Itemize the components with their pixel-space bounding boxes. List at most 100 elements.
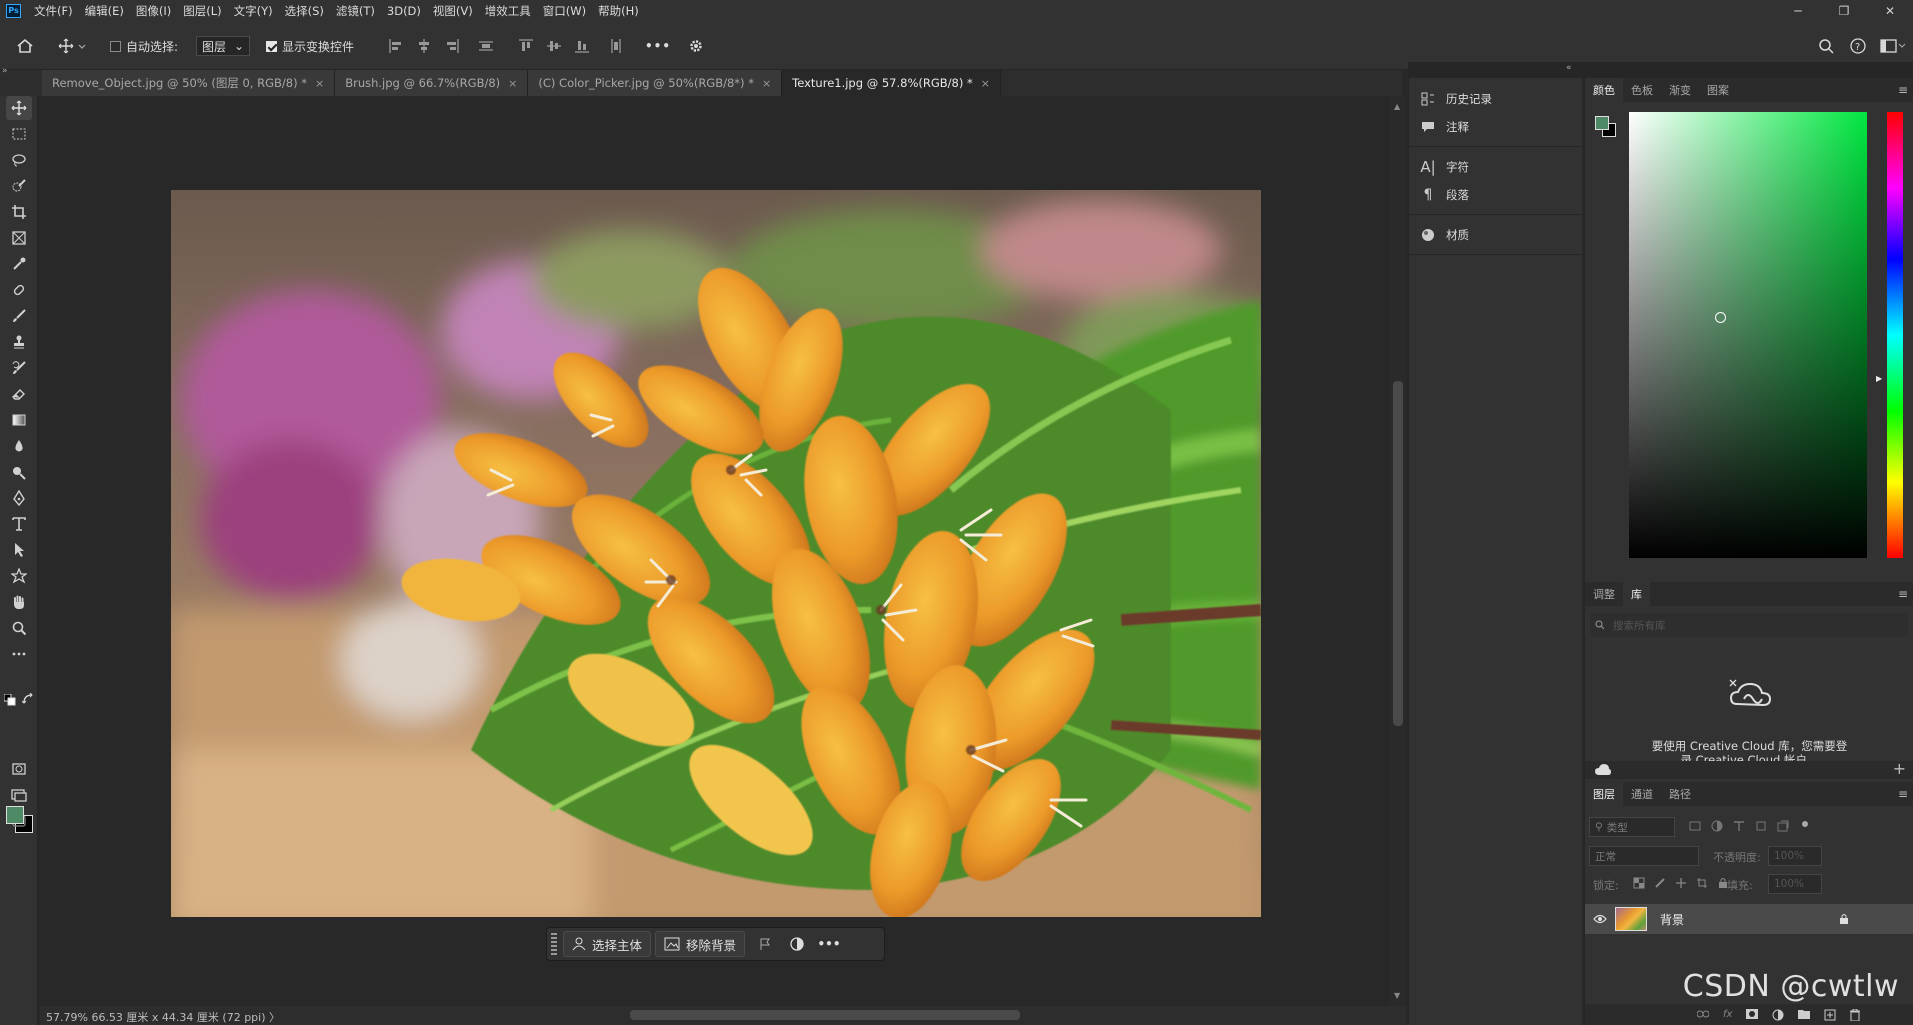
menu-plugins[interactable]: 增效工具 [485, 3, 531, 19]
align-top-icon[interactable] [518, 38, 534, 54]
lock-position-icon[interactable] [1675, 877, 1687, 889]
tab-adjustments[interactable]: 调整 [1585, 582, 1623, 606]
tab-libraries[interactable]: 库 [1623, 582, 1650, 606]
show-transform-option[interactable]: 显示变换控件 [266, 22, 354, 70]
filter-toggle-icon[interactable] [1799, 820, 1811, 832]
menu-filter[interactable]: 滤镜(T) [336, 3, 375, 19]
adjustment-filter-icon[interactable] [1711, 820, 1723, 832]
auto-select-checkbox[interactable] [110, 40, 121, 52]
link-icon[interactable] [1697, 1009, 1709, 1019]
menu-select[interactable]: 选择(S) [285, 3, 324, 19]
close-button[interactable]: ✕ [1867, 0, 1913, 22]
panel-character[interactable]: A| 字符 [1419, 154, 1469, 180]
pen-tool-icon[interactable] [6, 486, 32, 510]
crop-tool-icon[interactable] [6, 200, 32, 224]
default-colors-icon[interactable] [4, 694, 16, 706]
frame-tool-icon[interactable] [6, 226, 32, 250]
lock-artboard-icon[interactable] [1696, 877, 1708, 889]
hue-slider-arrow[interactable]: ▶ [1876, 374, 1882, 383]
hand-tool-icon[interactable] [6, 590, 32, 614]
lock-transparent-icon[interactable] [1633, 877, 1645, 889]
fx-icon[interactable]: fx [1723, 1009, 1732, 1021]
quick-select-tool-icon[interactable] [6, 174, 32, 198]
type-filter-icon[interactable] [1733, 820, 1745, 832]
lock-icon[interactable] [1839, 913, 1849, 925]
menu-window[interactable]: 窗口(W) [543, 3, 586, 19]
panel-notes[interactable]: 注释 [1419, 114, 1469, 140]
tab-brush[interactable]: Brush.jpg @ 66.7%(RGB/8) × [335, 70, 529, 96]
restore-button[interactable]: ❐ [1821, 0, 1867, 22]
brush-tool-icon[interactable] [6, 304, 32, 328]
align-left-icon[interactable] [388, 38, 404, 54]
more-actions-button[interactable]: ••• [813, 937, 845, 951]
auto-select-target-dropdown[interactable]: 图层 ⌄ [196, 36, 250, 56]
more-tools-icon[interactable] [6, 642, 32, 666]
panel-materials[interactable]: 材质 [1419, 222, 1469, 248]
vertical-scrollbar[interactable]: ▲ ▼ [1390, 96, 1406, 1006]
new-layer-icon[interactable] [1824, 1009, 1836, 1021]
close-tab-icon[interactable]: × [508, 77, 517, 90]
adjustment-layer-icon[interactable] [1772, 1009, 1784, 1021]
menu-file[interactable]: 文件(F) [34, 3, 73, 19]
tab-color[interactable]: 颜色 [1585, 78, 1623, 102]
lasso-tool-icon[interactable] [6, 148, 32, 172]
color-panel-foreground-swatch[interactable] [1595, 116, 1609, 130]
type-tool-icon[interactable] [6, 512, 32, 536]
fill-input[interactable]: 100% [1768, 874, 1822, 894]
adjustment-icon[interactable] [781, 937, 813, 951]
flag-icon[interactable] [749, 937, 781, 951]
panel-menu-icon[interactable]: ≡ [1898, 787, 1908, 801]
tab-remove-object[interactable]: Remove_Object.jpg @ 50% (图层 0, RGB/8) * × [42, 70, 336, 96]
document-image[interactable] [171, 190, 1261, 917]
menu-edit[interactable]: 编辑(E) [85, 3, 124, 19]
gradient-tool-icon[interactable] [6, 408, 32, 432]
quick-mask-icon[interactable] [6, 757, 32, 781]
menu-help[interactable]: 帮助(H) [598, 3, 639, 19]
show-transform-checkbox[interactable] [266, 40, 277, 52]
scroll-up-icon[interactable]: ▲ [1394, 102, 1400, 111]
trash-icon[interactable] [1850, 1009, 1861, 1021]
layer-filter-dropdown[interactable]: ⚲ 类型 [1589, 817, 1675, 837]
tab-patterns[interactable]: 图案 [1699, 78, 1737, 102]
tab-texture1[interactable]: Texture1.jpg @ 57.8%(RGB/8) * × [782, 70, 1001, 96]
shape-tool-icon[interactable] [6, 564, 32, 588]
more-options-button[interactable]: ••• [645, 22, 671, 70]
distribute-icon[interactable] [478, 38, 494, 54]
eye-visibility-icon[interactable] [1593, 914, 1607, 924]
marquee-tool-icon[interactable] [6, 122, 32, 146]
tab-color-picker[interactable]: (C) Color_Picker.jpg @ 50%(RGB/8*) * × [528, 70, 783, 96]
color-picker-cursor[interactable] [1715, 312, 1726, 323]
lock-pixels-icon[interactable] [1654, 877, 1666, 889]
library-search-input[interactable]: 搜索所有库 [1589, 612, 1909, 638]
cloud-sync-icon[interactable] [1595, 764, 1611, 776]
pixel-filter-icon[interactable] [1689, 820, 1701, 832]
vertical-scroll-thumb[interactable] [1393, 381, 1403, 726]
eraser-tool-icon[interactable] [6, 382, 32, 406]
blend-mode-dropdown[interactable]: 正常 [1589, 846, 1699, 866]
smart-object-filter-icon[interactable] [1777, 820, 1789, 832]
screen-mode-icon[interactable] [6, 783, 32, 807]
saturation-brightness-field[interactable] [1629, 112, 1867, 558]
folder-icon[interactable] [1798, 1009, 1811, 1019]
zoom-tool-icon[interactable] [6, 616, 32, 640]
opacity-input[interactable]: 100% [1768, 846, 1822, 866]
distribute-vertical-icon[interactable] [608, 38, 624, 54]
home-icon[interactable] [16, 22, 34, 70]
collapse-toolbar-icon[interactable]: » [2, 66, 8, 76]
close-tab-icon[interactable]: × [981, 77, 990, 90]
add-library-button[interactable]: + [1893, 759, 1906, 778]
move-tool-preset-icon[interactable] [58, 22, 86, 70]
swap-colors-icon[interactable] [22, 693, 34, 705]
eyedropper-tool-icon[interactable] [6, 252, 32, 276]
history-brush-tool-icon[interactable] [6, 356, 32, 380]
close-tab-icon[interactable]: × [315, 77, 324, 90]
layer-row-background[interactable]: 背景 [1585, 904, 1913, 934]
panel-menu-icon[interactable]: ≡ [1898, 587, 1908, 601]
tab-paths[interactable]: 路径 [1661, 782, 1699, 806]
path-select-tool-icon[interactable] [6, 538, 32, 562]
menu-type[interactable]: 文字(Y) [234, 3, 273, 19]
layer-name[interactable]: 背景 [1660, 911, 1684, 928]
menu-layer[interactable]: 图层(L) [183, 3, 221, 19]
align-vcenter-icon[interactable] [546, 38, 562, 54]
clone-stamp-tool-icon[interactable] [6, 330, 32, 354]
